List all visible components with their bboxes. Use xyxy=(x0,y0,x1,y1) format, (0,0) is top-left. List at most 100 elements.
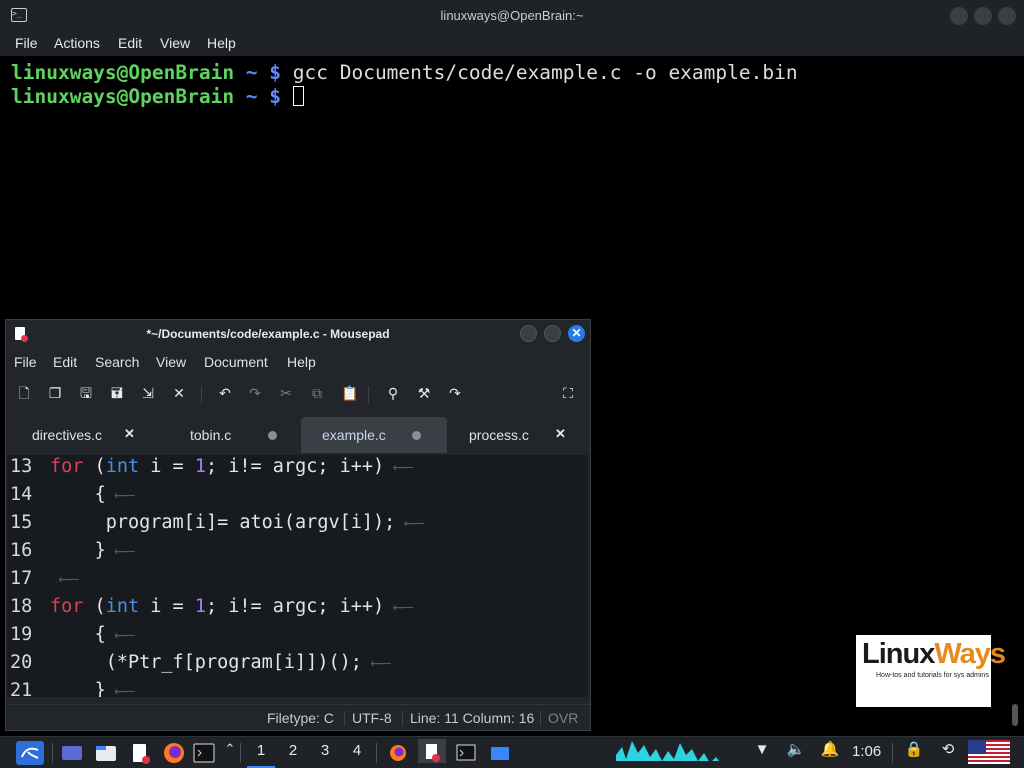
workspace-2[interactable]: 2 xyxy=(279,742,307,759)
menu-edit[interactable]: Edit xyxy=(118,35,142,51)
status-separator xyxy=(402,711,403,726)
terminal-titlebar[interactable]: >_ linuxways@OpenBrain:~ xyxy=(0,0,1024,32)
code-line: 15 program[i]= atoi(argv[i]); ⟵― xyxy=(10,512,424,540)
close-button[interactable] xyxy=(998,7,1016,25)
file-manager-icon[interactable] xyxy=(94,741,118,765)
terminal-launcher-icon[interactable] xyxy=(192,741,216,765)
logo-wordmark: LinuxWays xyxy=(862,638,1006,671)
menu-help[interactable]: Help xyxy=(207,35,236,51)
logout-icon[interactable]: ⟲ xyxy=(934,740,962,758)
menu-view[interactable]: View xyxy=(156,354,186,370)
maximize-button[interactable] xyxy=(974,7,992,25)
code-token: ( xyxy=(83,456,106,477)
save-as-icon[interactable]: 🖬 xyxy=(110,387,124,401)
show-desktop-icon[interactable] xyxy=(60,741,84,765)
redo-icon[interactable]: ↷ xyxy=(248,387,262,401)
close-button[interactable]: ✕ xyxy=(568,325,585,342)
new-document-icon[interactable]: 🗋 xyxy=(17,387,31,401)
lock-icon[interactable]: 🔒 xyxy=(900,740,928,758)
end-of-line-icon: ⟵― xyxy=(105,485,135,504)
taskbar-separator xyxy=(52,743,53,763)
end-of-line-icon: ⟵― xyxy=(50,569,79,588)
terminal-line: linuxways@OpenBrain ~ $ gcc Documents/co… xyxy=(11,61,798,84)
workspace-1[interactable]: 1 xyxy=(247,742,275,768)
linuxways-logo: LinuxWays How-tos and tutorials for sys … xyxy=(856,635,1006,707)
line-number: 15 xyxy=(10,512,33,533)
end-of-line-icon: ⟵― xyxy=(105,541,135,560)
terminal-menubar: File Actions Edit View Help xyxy=(0,32,1024,56)
tab-close-icon[interactable]: ✕ xyxy=(555,426,566,442)
code-line: 20 (*Ptr_f[program[i]])(); ⟵― xyxy=(10,652,391,680)
taskbar: ⌃ 1 2 3 4 ▼ 🔈 🔔 1:06 🔒 ⟲ xyxy=(0,736,1024,768)
code-token: { xyxy=(94,624,106,645)
code-editor[interactable]: 13 for (int i = 1; i!= argc; i++) ⟵― 14 { … xyxy=(7,455,588,697)
cut-icon[interactable]: ✂ xyxy=(279,387,293,401)
code-line: 16 } ⟵― xyxy=(10,540,135,568)
menu-view[interactable]: View xyxy=(160,35,190,51)
menu-document[interactable]: Document xyxy=(204,354,268,370)
encoding-status[interactable]: UTF-8 xyxy=(352,710,392,726)
menu-actions[interactable]: Actions xyxy=(54,35,100,51)
paste-icon[interactable]: 📋 xyxy=(341,387,358,401)
clock[interactable]: 1:06 xyxy=(852,743,881,760)
workspace-3[interactable]: 3 xyxy=(311,742,339,759)
keyboard-layout-flag-icon[interactable] xyxy=(968,740,1010,764)
notification-bell-icon[interactable]: 🔔 xyxy=(816,740,844,758)
line-number: 16 xyxy=(10,540,33,561)
menu-help[interactable]: Help xyxy=(287,354,316,370)
logo-tagline: How-tos and tutorials for sys admins xyxy=(876,672,989,679)
undo-icon[interactable]: ↶ xyxy=(218,387,232,401)
code-line: 18 for (int i = 1; i!= argc; i++) ⟵― xyxy=(10,596,413,624)
firefox-window-icon[interactable] xyxy=(388,741,408,765)
close-tab-icon[interactable]: ✕ xyxy=(172,387,186,401)
search-icon[interactable]: ⚲ xyxy=(386,387,400,401)
end-of-line-icon: ⟵― xyxy=(361,653,391,672)
minimize-button[interactable] xyxy=(950,7,968,25)
cpu-graph-icon xyxy=(616,741,728,761)
mousepad-window-icon[interactable] xyxy=(418,739,446,763)
overwrite-mode-status: OVR xyxy=(548,710,579,726)
reload-icon[interactable]: ⇲ xyxy=(141,387,155,401)
command-text: gcc Documents/code/example.c -o example.… xyxy=(292,61,798,84)
network-icon[interactable]: ▼ xyxy=(748,741,776,758)
tab-tobin[interactable]: tobin.c xyxy=(154,417,300,453)
tab-process[interactable]: process.c ✕ xyxy=(448,417,590,453)
modified-indicator-icon[interactable] xyxy=(412,431,421,440)
code-token: program[i]= atoi(argv[i]); xyxy=(105,512,396,533)
kali-menu-icon[interactable] xyxy=(16,741,44,765)
code-token: (*Ptr_f[program[i]])(); xyxy=(105,652,362,673)
save-icon[interactable]: 🖫 xyxy=(79,387,93,401)
menu-edit[interactable]: Edit xyxy=(53,354,77,370)
new-window-icon[interactable]: ❐ xyxy=(48,387,62,401)
text-cursor xyxy=(292,86,304,106)
folder-window-icon[interactable] xyxy=(490,741,510,765)
text-editor-icon[interactable] xyxy=(128,741,152,765)
logo-word-ways: Ways xyxy=(934,638,1006,670)
terminal-scrollbar[interactable] xyxy=(1012,704,1018,726)
tab-directives[interactable]: directives.c ✕ xyxy=(6,417,152,453)
end-of-line-icon: ⟵― xyxy=(384,457,414,476)
code-token: } xyxy=(94,680,106,697)
fullscreen-icon[interactable]: ⛶ xyxy=(561,387,575,401)
end-of-line-icon: ⟵― xyxy=(395,513,425,532)
workspace-4[interactable]: 4 xyxy=(343,742,371,759)
volume-icon[interactable]: 🔈 xyxy=(782,740,810,758)
maximize-button[interactable] xyxy=(544,325,561,342)
filetype-status[interactable]: Filetype: C xyxy=(267,710,334,726)
find-replace-icon[interactable]: ⚒ xyxy=(417,387,431,401)
line-number: 21 xyxy=(10,680,33,697)
go-to-line-icon[interactable]: ↷ xyxy=(448,387,462,401)
tab-example[interactable]: example.c xyxy=(301,417,447,453)
copy-icon[interactable]: ⧉ xyxy=(310,387,324,401)
minimize-button[interactable] xyxy=(520,325,537,342)
menu-file[interactable]: File xyxy=(15,35,38,51)
terminal-window-icon[interactable] xyxy=(456,741,476,765)
modified-indicator-icon[interactable] xyxy=(268,431,277,440)
mousepad-titlebar[interactable]: *~/Documents/code/example.c - Mousepad ✕ xyxy=(6,320,590,348)
menu-file[interactable]: File xyxy=(14,354,37,370)
tab-close-icon[interactable]: ✕ xyxy=(124,426,135,442)
menu-search[interactable]: Search xyxy=(95,354,139,370)
firefox-icon[interactable] xyxy=(162,741,186,765)
